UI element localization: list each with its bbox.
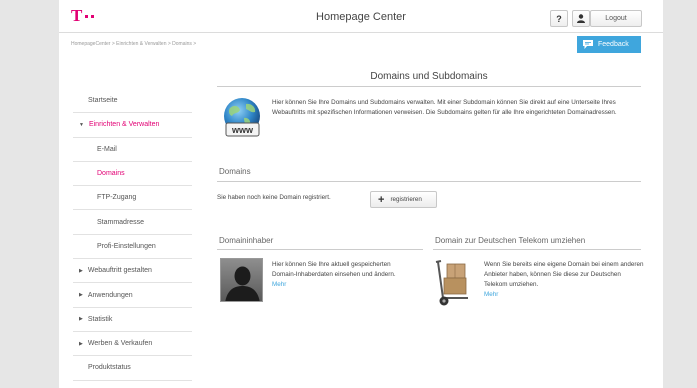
sidebar-item-startseite[interactable]: Startseite — [73, 89, 192, 114]
sidebar-item-profi-einstellungen[interactable]: Profi-Einstellungen — [73, 235, 192, 260]
caret-down-icon: ▼ — [79, 121, 84, 128]
sidebar-item-label: E-Mail — [97, 145, 117, 153]
sidebar-item-email[interactable]: E-Mail — [73, 138, 192, 162]
user-button[interactable] — [572, 10, 590, 27]
caret-right-icon: ▶ — [79, 340, 83, 347]
sidebar-item-anwendungen[interactable]: ▶ Anwendungen — [73, 283, 192, 308]
speech-bubble-icon — [583, 40, 593, 49]
owner-text: Hier können Sie Ihre aktuell gespeichert… — [272, 261, 396, 278]
plus-icon: + — [378, 193, 385, 206]
owner-block: Hier können Sie Ihre aktuell gespeichert… — [272, 260, 402, 290]
globe-label: www — [231, 125, 254, 135]
sidebar-item-label: FTP-Zugang — [97, 194, 137, 202]
sidebar-item-label: Werben & Verkaufen — [87, 340, 153, 348]
caret-right-icon: ▶ — [79, 316, 83, 323]
help-button[interactable]: ? — [550, 10, 568, 27]
register-label: registrieren — [390, 196, 422, 203]
hand-truck-boxes-icon — [435, 260, 468, 306]
logout-button[interactable]: Logout — [590, 10, 642, 27]
transfer-text: Wenn Sie bereits eine eigene Domain bei … — [484, 261, 644, 288]
sidebar-item-label: Produktstatus — [88, 364, 131, 372]
sidebar-item-statistik[interactable]: ▶ Statistik — [73, 308, 192, 332]
avatar-placeholder-icon — [220, 258, 263, 302]
sidebar-item-produktstatus[interactable]: Produktstatus — [73, 356, 192, 381]
intro-text: Hier können Sie Ihre Domains und Subdoma… — [272, 99, 617, 116]
sidebar-item-label: Profi-Einstellungen — [97, 242, 156, 250]
transfer-more-link[interactable]: Mehr — [484, 290, 644, 300]
sidebar-item-stammadresse[interactable]: Stammadresse — [73, 210, 192, 235]
breadcrumb[interactable]: HomepageCenter > Einrichten & Verwalten … — [71, 41, 196, 47]
feedback-button[interactable]: Feedback — [577, 36, 641, 53]
sidebar-item-webauftritt-gestalten[interactable]: ▶ Webauftritt gestalten — [73, 259, 192, 284]
top-bar: T Homepage Center ? Logout — [59, 0, 663, 33]
caret-right-icon: ▶ — [79, 292, 83, 299]
title-divider — [217, 86, 641, 87]
sidebar-item-label: Startseite — [88, 97, 118, 105]
sidebar-item-label: Anwendungen — [87, 291, 133, 299]
sidebar-item-label: Stammadresse — [97, 218, 145, 226]
page-panel: T Homepage Center ? Logout HomepageCente… — [59, 0, 663, 388]
sidebar-item-ftp-zugang[interactable]: FTP-Zugang — [73, 186, 192, 211]
transfer-heading: Domain zur Deutschen Telekom umziehen — [435, 236, 586, 245]
register-button[interactable]: + registrieren — [370, 191, 437, 208]
sidebar-item-label: Statistik — [87, 315, 113, 323]
transfer-divider — [433, 249, 641, 250]
sidebar-item-label: Webauftritt gestalten — [87, 267, 152, 275]
sidebar-nav: Startseite ▼ Einrichten & Verwalten E-Ma… — [73, 89, 192, 381]
sidebar-item-label: Einrichten & Verwalten — [88, 121, 160, 129]
sidebar-item-einrichten-verwalten[interactable]: ▼ Einrichten & Verwalten — [73, 113, 192, 138]
owner-more-link[interactable]: Mehr — [272, 280, 402, 290]
domains-heading: Domains — [219, 167, 251, 176]
page-title: Domains und Subdomains — [370, 71, 488, 82]
transfer-block: Wenn Sie bereits eine eigene Domain bei … — [484, 260, 644, 300]
caret-right-icon: ▶ — [79, 267, 83, 274]
owner-divider — [217, 249, 423, 250]
globe-www-icon: www — [224, 98, 260, 137]
sidebar-item-werben-verkaufen[interactable]: ▶ Werben & Verkaufen — [73, 332, 192, 357]
domains-divider — [217, 181, 641, 182]
feedback-label: Feedback — [598, 41, 629, 48]
no-domain-text: Sie haben noch keine Domain registriert. — [217, 194, 331, 201]
owner-heading: Domaininhaber — [219, 236, 274, 245]
user-icon — [577, 14, 585, 23]
sidebar-item-domains[interactable]: Domains — [73, 162, 192, 187]
sidebar-item-label: Domains — [97, 170, 125, 178]
